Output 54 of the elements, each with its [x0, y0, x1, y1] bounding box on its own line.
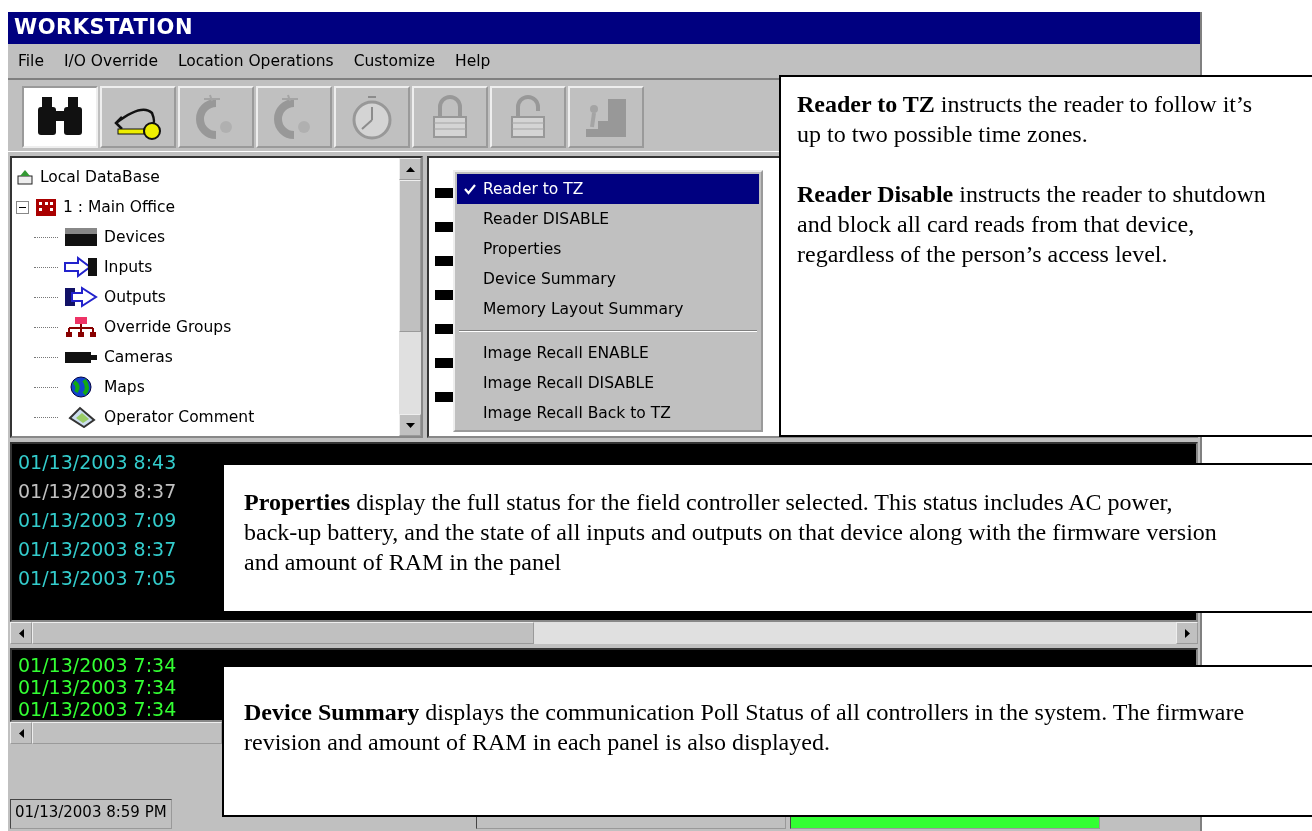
menu-item[interactable]: Customize: [343, 52, 445, 70]
device-icon: [64, 226, 98, 248]
tree-item[interactable]: Inputs: [104, 258, 153, 276]
log-line: 01/13/2003 7:34: [18, 676, 177, 698]
tree-item[interactable]: Local DataBase: [40, 168, 160, 186]
output-arrow-icon: [64, 286, 98, 308]
menu-item[interactable]: Reader DISABLE: [457, 204, 759, 234]
callout-text: Properties display the full status for the field controller selected. This status includes AC power, back-up battery, and the state of all inputs and outputs on that device along with the firmware version and amount of RAM in the panel: [244, 488, 1218, 577]
checkmark-icon: [464, 183, 476, 195]
right-arrow-icon: [1184, 628, 1190, 638]
menu-item[interactable]: Device Summary: [457, 264, 759, 294]
log-line: 01/13/2003 8:37: [18, 537, 177, 562]
menu-item[interactable]: Properties: [457, 234, 759, 264]
log-line: 01/13/2003 8:37: [18, 479, 177, 504]
tree-item[interactable]: 1 : Main Office: [63, 198, 176, 216]
menu-item[interactable]: Image Recall Back to TZ: [457, 398, 759, 428]
menu-item[interactable]: Reader to TZ: [457, 174, 759, 204]
toolbar-button[interactable]: [22, 86, 98, 148]
horizontal-scrollbar[interactable]: [10, 722, 222, 744]
status-datetime: 01/13/2003 8:59 PM: [10, 799, 172, 829]
tree-item[interactable]: Operator Comment: [104, 408, 255, 426]
horizontal-scrollbar[interactable]: [10, 622, 1198, 644]
menu-item[interactable]: I/O Override: [53, 52, 168, 70]
tree-item[interactable]: Devices: [104, 228, 166, 246]
tree-item[interactable]: Cameras: [104, 348, 173, 366]
left-arrow-icon: [18, 628, 24, 638]
callout-text: Reader to TZ instructs the reader to follow it’s up to two possible time zones.: [797, 90, 1254, 149]
window-title: WORKSTATION: [8, 12, 1200, 44]
menu-item[interactable]: Memory Layout Summary: [457, 294, 759, 324]
toolbar-button[interactable]: [100, 86, 176, 148]
up-arrow-icon: [405, 166, 415, 172]
log-line: 01/13/2003 7:05: [18, 566, 177, 591]
hierarchy-icon: [64, 316, 98, 338]
tree-item[interactable]: Maps: [104, 378, 145, 396]
log-line: 01/13/2003 8:43: [18, 450, 177, 475]
input-arrow-icon: [64, 256, 98, 278]
menu-item[interactable]: Image Recall ENABLE: [457, 338, 759, 368]
down-arrow-icon: [405, 422, 415, 428]
menu-item[interactable]: File: [8, 52, 54, 70]
tree-item[interactable]: Outputs: [104, 288, 166, 306]
left-arrow-icon: [18, 728, 24, 738]
log-line: 01/13/2003 7:34: [18, 654, 177, 676]
log-line: 01/13/2003 7:09: [18, 508, 177, 533]
database-icon: [16, 168, 34, 186]
collapse-toggle[interactable]: [16, 200, 29, 214]
callout-text: Device Summary displays the communication Poll Status of all controllers in the system. The firmware revision and amount of RAM in each panel is also displayed.: [244, 698, 1246, 757]
building-icon: [35, 197, 57, 217]
menu-item[interactable]: Image Recall DISABLE: [457, 368, 759, 398]
tree-item[interactable]: Override Groups: [104, 318, 232, 336]
menu-item[interactable]: Help: [445, 52, 501, 70]
vertical-scrollbar[interactable]: [399, 158, 421, 436]
log-line: 01/13/2003 7:34: [18, 698, 177, 720]
callout-text: Reader Disable instructs the reader to shutdown and block all card reads from that device, regardless of the person’s access level.: [797, 180, 1267, 269]
menu-item[interactable]: Location Operations: [167, 52, 344, 70]
